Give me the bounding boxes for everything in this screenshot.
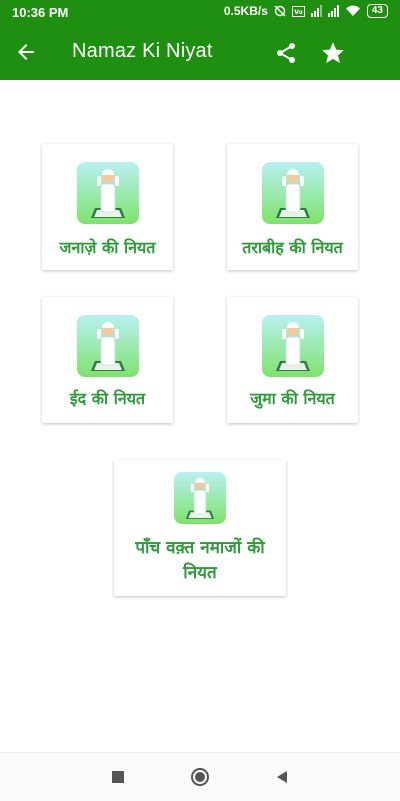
card-janaze[interactable]: जनाज़े की नियत xyxy=(42,144,173,270)
wifi-icon xyxy=(345,5,360,17)
card-eid[interactable]: ईद की नियत xyxy=(42,297,173,423)
battery-icon: 43 xyxy=(366,4,388,18)
card-label: जुमा की नियत xyxy=(250,389,335,408)
network-speed: 0.5KB/s xyxy=(223,4,268,18)
card-label: ईद की नियत xyxy=(69,389,146,408)
card-label: तराबीह की नियत xyxy=(242,238,343,257)
namaz-person-icon xyxy=(261,315,324,377)
volte-icon: Vo xyxy=(291,5,305,17)
arrow-back-icon[interactable] xyxy=(14,40,38,64)
signal-1-icon xyxy=(310,5,322,17)
star-icon[interactable] xyxy=(320,40,346,66)
card-juma[interactable]: जुमा की नियत xyxy=(227,297,358,423)
status-bar: 10:36 PM 0.5KB/s Vo 43 xyxy=(0,0,400,26)
card-label: जनाज़े की नियत xyxy=(59,238,156,257)
app-bar: Namaz Ki Niyat xyxy=(0,26,400,80)
circle-icon[interactable] xyxy=(190,767,210,787)
system-nav-bar xyxy=(0,752,400,801)
page-title: Namaz Ki Niyat xyxy=(72,40,213,62)
signal-2-icon xyxy=(327,5,339,17)
svg-text:Vo: Vo xyxy=(294,9,302,16)
namaz-person-icon xyxy=(76,315,139,377)
card-label: पाँच वक़्त नमाजों की नियत xyxy=(135,538,265,583)
status-time: 10:36 PM xyxy=(12,5,69,20)
triangle-back-icon[interactable] xyxy=(272,767,292,787)
alarm-off-icon xyxy=(274,5,286,17)
status-icons: 0.5KB/s Vo 43 xyxy=(224,4,388,18)
card-tarabeeh[interactable]: तराबीह की नियत xyxy=(227,144,358,270)
namaz-person-icon xyxy=(174,472,226,524)
namaz-person-icon xyxy=(261,162,324,224)
square-icon[interactable] xyxy=(108,767,128,787)
share-icon[interactable] xyxy=(274,41,298,65)
namaz-person-icon xyxy=(76,162,139,224)
card-panch-waqt[interactable]: पाँच वक़्त नमाजों की नियत xyxy=(114,460,286,596)
